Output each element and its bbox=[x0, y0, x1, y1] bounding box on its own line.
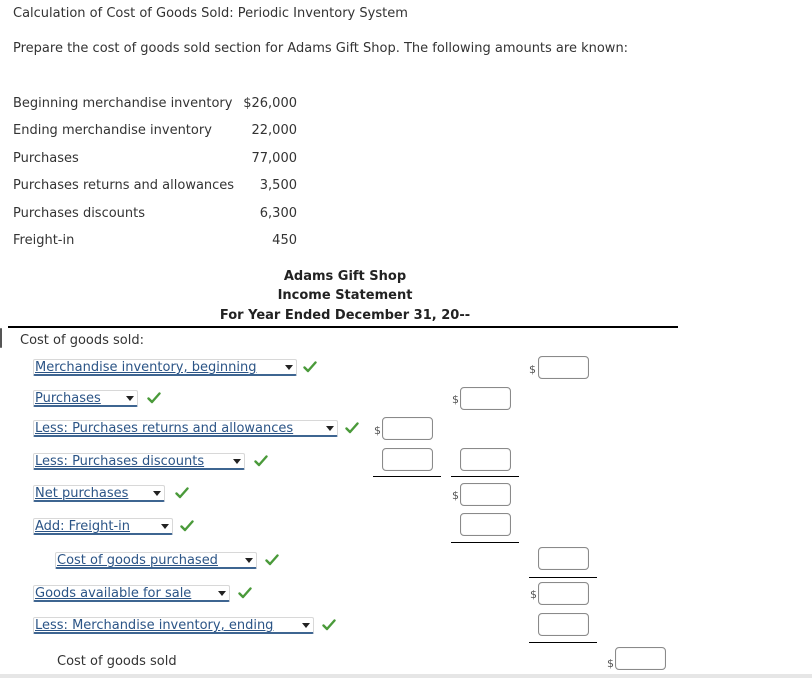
line-item-select[interactable]: Goods available for sale bbox=[33, 585, 230, 602]
company-name: Adams Gift Shop bbox=[283, 269, 407, 284]
given-label: Purchases discounts bbox=[13, 206, 146, 221]
given-label: Ending merchandise inventory bbox=[13, 123, 212, 138]
heading-rule bbox=[8, 326, 678, 328]
given-value: 450 bbox=[272, 233, 297, 248]
given-value: 22,000 bbox=[251, 123, 298, 138]
ending-inventory-input[interactable] bbox=[538, 613, 589, 636]
checkmark-icon bbox=[175, 486, 189, 500]
cost-of-goods-sold-input[interactable] bbox=[615, 647, 666, 670]
checkmark-icon bbox=[180, 519, 194, 533]
currency-symbol: $ bbox=[452, 489, 459, 502]
section-marker bbox=[0, 328, 2, 348]
purchases-input[interactable] bbox=[460, 387, 511, 410]
select-value: Cost of goods purchased bbox=[57, 553, 218, 568]
instructions: Prepare the cost of goods sold section f… bbox=[13, 41, 629, 56]
line-item-select[interactable]: Cost of goods purchased bbox=[55, 552, 257, 569]
freight-in-input[interactable] bbox=[460, 513, 511, 536]
select-value: Less: Purchases discounts bbox=[35, 454, 205, 469]
subtotal-rule bbox=[451, 476, 519, 477]
currency-symbol: $ bbox=[530, 588, 537, 601]
scrollbar-track bbox=[0, 674, 812, 678]
line-item-select[interactable]: Less: Purchases returns and allowances bbox=[33, 420, 338, 437]
final-total-label: Cost of goods sold bbox=[57, 654, 177, 669]
select-value: Less: Purchases returns and allowances bbox=[35, 421, 294, 436]
given-label: Beginning merchandise inventory bbox=[13, 96, 233, 111]
checkmark-icon bbox=[303, 360, 317, 374]
dropdown-arrow-icon bbox=[161, 524, 169, 529]
checkmark-icon bbox=[345, 421, 359, 435]
line-item-select[interactable]: Purchases bbox=[33, 390, 138, 407]
goods-available-input[interactable] bbox=[538, 582, 589, 605]
dropdown-arrow-icon bbox=[326, 426, 334, 431]
statement-period: For Year Ended December 31, 20-- bbox=[219, 308, 471, 323]
dropdown-arrow-icon bbox=[126, 396, 134, 401]
net-purchases-input[interactable] bbox=[460, 483, 511, 506]
subtotal-rule bbox=[373, 476, 441, 477]
given-label: Freight-in bbox=[13, 233, 75, 248]
checkmark-icon bbox=[238, 586, 252, 600]
dropdown-arrow-icon bbox=[302, 623, 310, 628]
line-item-select[interactable]: Net purchases bbox=[33, 485, 165, 502]
given-label: Purchases returns and allowances bbox=[13, 178, 235, 193]
currency-symbol: $ bbox=[607, 657, 614, 670]
statement-name: Income Statement bbox=[277, 288, 413, 303]
page-title: Calculation of Cost of Goods Sold: Perio… bbox=[13, 6, 408, 21]
dropdown-arrow-icon bbox=[153, 491, 161, 496]
line-item-select[interactable]: Less: Purchases discounts bbox=[33, 453, 245, 470]
given-value: 3,500 bbox=[259, 178, 297, 193]
checkmark-icon bbox=[147, 391, 161, 405]
discounts-total-input[interactable] bbox=[460, 448, 511, 471]
checkmark-icon bbox=[254, 454, 268, 468]
line-item-select[interactable]: Add: Freight-in bbox=[33, 518, 173, 535]
select-value: Goods available for sale bbox=[35, 586, 192, 601]
select-value: Net purchases bbox=[35, 486, 129, 501]
currency-symbol: $ bbox=[452, 393, 459, 406]
select-value: Add: Freight-in bbox=[35, 519, 131, 534]
dropdown-arrow-icon bbox=[285, 365, 293, 370]
subtotal-rule bbox=[451, 542, 519, 543]
returns-allowances-input[interactable] bbox=[382, 417, 433, 440]
purchase-discounts-input[interactable] bbox=[382, 448, 433, 471]
line-item-select[interactable]: Less: Merchandise inventory, ending bbox=[33, 617, 314, 634]
beginning-inventory-input[interactable] bbox=[538, 356, 589, 379]
section-label: Cost of goods sold: bbox=[20, 333, 144, 348]
select-value: Merchandise inventory, beginning bbox=[35, 360, 257, 375]
currency-symbol: $ bbox=[529, 363, 536, 376]
subtotal-rule bbox=[529, 577, 597, 578]
given-value: $26,000 bbox=[243, 96, 297, 111]
given-value: 6,300 bbox=[259, 206, 297, 221]
cost-of-goods-purchased-input[interactable] bbox=[538, 547, 589, 570]
line-item-select[interactable]: Merchandise inventory, beginning bbox=[33, 359, 297, 376]
select-value: Less: Merchandise inventory, ending bbox=[35, 618, 274, 633]
given-label: Purchases bbox=[13, 151, 79, 166]
currency-symbol: $ bbox=[374, 424, 381, 437]
dropdown-arrow-icon bbox=[245, 558, 253, 563]
dropdown-arrow-icon bbox=[218, 591, 226, 596]
given-value: 77,000 bbox=[251, 151, 298, 166]
select-value: Purchases bbox=[35, 391, 101, 406]
checkmark-icon bbox=[322, 618, 336, 632]
checkmark-icon bbox=[265, 553, 279, 567]
subtotal-rule bbox=[529, 642, 597, 643]
dropdown-arrow-icon bbox=[233, 459, 241, 464]
